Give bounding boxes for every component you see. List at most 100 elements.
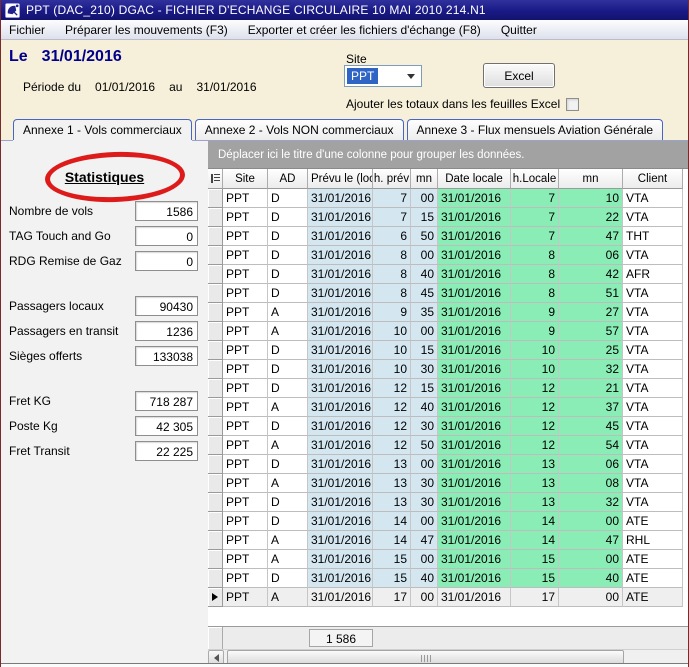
row-indicator[interactable] [208,417,223,436]
grid-cell[interactable]: 00 [411,246,438,265]
grid-cell[interactable]: 9 [511,322,559,341]
grid-cell[interactable]: 00 [411,550,438,569]
grid-cell[interactable]: 31/01/2016 [308,360,373,379]
grid-cell[interactable]: ATE [623,569,683,588]
grid-cell[interactable]: 8 [373,246,411,265]
grid-cell[interactable]: 30 [411,474,438,493]
grid-cell[interactable]: 31/01/2016 [308,417,373,436]
grid-cell[interactable]: 31/01/2016 [438,569,511,588]
grid-cell[interactable]: 31/01/2016 [308,322,373,341]
grid-cell[interactable]: D [268,265,308,284]
column-header-4[interactable]: mn [411,169,438,189]
grid-cell[interactable]: 31/01/2016 [308,493,373,512]
grid-cell[interactable]: D [268,512,308,531]
table-row[interactable]: PPTD31/01/201671531/01/2016722VTA [208,208,689,227]
stat-value-field[interactable]: 718 287 [135,391,198,411]
grid-cell[interactable]: 31/01/2016 [308,398,373,417]
grid-cell[interactable]: VTA [623,303,683,322]
grid-cell[interactable]: 31/01/2016 [438,588,511,607]
row-indicator[interactable] [208,436,223,455]
menu-item-0[interactable]: Fichier [1,21,55,39]
grid-cell[interactable]: 15 [411,341,438,360]
table-row[interactable]: PPTD31/01/201670031/01/2016710VTA [208,189,689,208]
grid-cell[interactable]: 15 [373,550,411,569]
grid-cell[interactable]: 15 [373,569,411,588]
grid-cell[interactable]: PPT [223,417,268,436]
grid-cell[interactable]: A [268,474,308,493]
grid-cell[interactable]: VTA [623,493,683,512]
row-indicator[interactable] [208,398,223,417]
table-row[interactable]: PPTD31/01/201665031/01/2016747THT [208,227,689,246]
grid-cell[interactable]: 40 [411,398,438,417]
grid-cell[interactable]: VTA [623,379,683,398]
grid-cell[interactable]: 31/01/2016 [438,455,511,474]
grid-cell[interactable]: ATE [623,512,683,531]
grid-cell[interactable]: 31/01/2016 [308,588,373,607]
tab-annexe-1[interactable]: Annexe 1 - Vols commerciaux [13,119,192,140]
grid-cell[interactable]: 50 [411,436,438,455]
grid-cell[interactable]: 31/01/2016 [308,208,373,227]
grid-cell[interactable]: 31/01/2016 [308,436,373,455]
grid-cell[interactable]: ATE [623,588,683,607]
row-indicator[interactable] [208,379,223,398]
grid-cell[interactable]: 14 [511,512,559,531]
stat-value-field[interactable]: 133038 [135,346,198,366]
grid-cell[interactable]: THT [623,227,683,246]
grid-cell[interactable]: A [268,436,308,455]
grid-cell[interactable]: 10 [559,189,623,208]
menu-item-2[interactable]: Exporter et créer les fichiers d'échange… [238,21,491,39]
menu-item-3[interactable]: Quitter [491,21,547,39]
grid-cell[interactable]: 35 [411,303,438,322]
grid-cell[interactable]: 12 [511,379,559,398]
grid-cell[interactable]: 31/01/2016 [308,512,373,531]
grid-cell[interactable]: PPT [223,322,268,341]
table-row[interactable]: PPTA31/01/2016150031/01/20161500ATE [208,550,689,569]
grid-cell[interactable]: 45 [559,417,623,436]
grid-cell[interactable]: VTA [623,189,683,208]
grid-cell[interactable]: 40 [411,265,438,284]
grid-cell[interactable]: 9 [373,303,411,322]
grid-cell[interactable]: 06 [559,455,623,474]
table-row[interactable]: PPTD31/01/2016133031/01/20161332VTA [208,493,689,512]
grid-cell[interactable]: 12 [511,417,559,436]
table-row[interactable]: PPTD31/01/2016103031/01/20161032VTA [208,360,689,379]
grid-cell[interactable]: A [268,588,308,607]
row-indicator[interactable] [208,588,223,607]
grid-cell[interactable]: 7 [373,189,411,208]
grid-cell[interactable]: 31/01/2016 [438,208,511,227]
grid-cell[interactable]: 32 [559,493,623,512]
stat-value-field[interactable]: 22 225 [135,441,198,461]
row-indicator[interactable] [208,284,223,303]
grid-cell[interactable]: 31/01/2016 [438,189,511,208]
grid-cell[interactable]: 7 [511,208,559,227]
grid-cell[interactable]: 13 [373,474,411,493]
grid-corner-cell[interactable] [208,169,223,189]
row-indicator[interactable] [208,227,223,246]
grid-cell[interactable]: 10 [373,322,411,341]
grid-cell[interactable]: 13 [511,493,559,512]
grid-cell[interactable]: 21 [559,379,623,398]
grid-cell[interactable]: 32 [559,360,623,379]
grid-cell[interactable]: 12 [373,379,411,398]
grid-cell[interactable]: D [268,569,308,588]
grid-cell[interactable]: A [268,531,308,550]
column-header-2[interactable]: Prévu le (loc [308,169,373,189]
column-header-1[interactable]: AD [268,169,308,189]
grid-cell[interactable]: 31/01/2016 [438,379,511,398]
column-header-7[interactable]: mn [559,169,623,189]
grid-cell[interactable]: D [268,379,308,398]
grid-cell[interactable]: VTA [623,284,683,303]
grid-cell[interactable]: 40 [411,569,438,588]
grid-cell[interactable]: 10 [373,360,411,379]
column-header-6[interactable]: h.Locale [511,169,559,189]
grid-cell[interactable]: PPT [223,588,268,607]
grid-cell[interactable]: 8 [373,284,411,303]
column-header-8[interactable]: Client [623,169,683,189]
grid-cell[interactable]: D [268,493,308,512]
grid-cell[interactable]: 31/01/2016 [308,284,373,303]
grid-cell[interactable]: 10 [511,341,559,360]
grid-cell[interactable]: VTA [623,246,683,265]
grid-cell[interactable]: PPT [223,303,268,322]
grid-cell[interactable]: AFR [623,265,683,284]
grid-cell[interactable]: VTA [623,360,683,379]
